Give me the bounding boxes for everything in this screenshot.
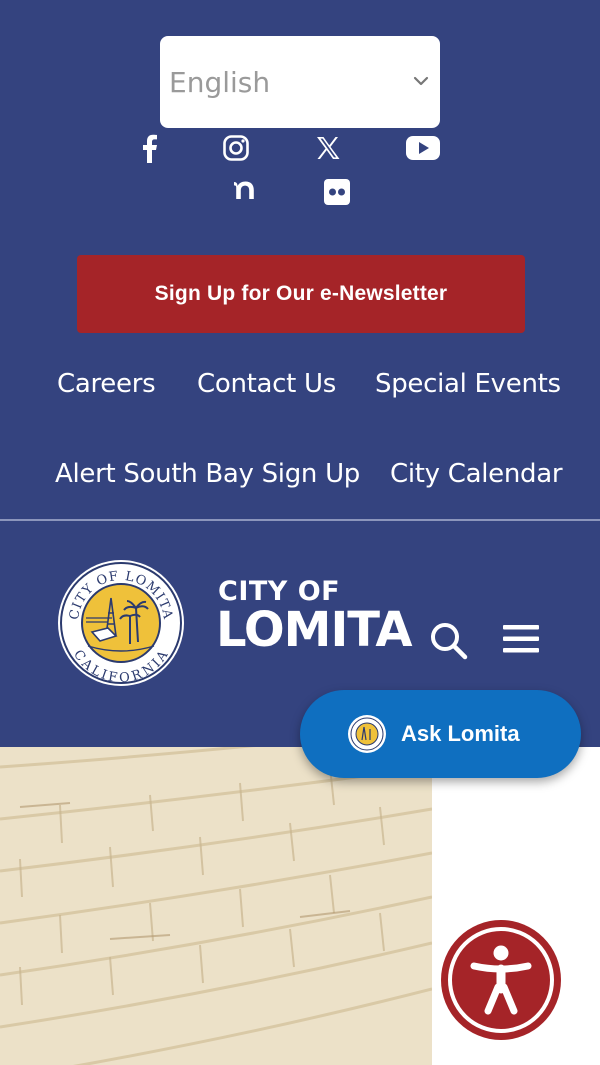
- chat-avatar-icon: [348, 715, 386, 753]
- x-icon[interactable]: [313, 133, 343, 163]
- youtube-icon[interactable]: [405, 133, 441, 163]
- nav-link-careers[interactable]: Careers: [57, 369, 156, 399]
- brand-title[interactable]: LOMITA: [216, 606, 412, 654]
- language-select[interactable]: English: [160, 36, 440, 128]
- newsletter-signup-button[interactable]: Sign Up for Our e-Newsletter: [77, 255, 525, 333]
- chevron-down-icon: [413, 76, 429, 86]
- city-seal-logo[interactable]: CITY OF LOMITA CALIFORNIA: [56, 558, 186, 688]
- ask-lomita-label: Ask Lomita: [401, 721, 520, 746]
- facebook-icon[interactable]: [134, 133, 164, 163]
- flickr-icon[interactable]: [322, 177, 352, 207]
- nav-link-city-calendar[interactable]: City Calendar: [390, 459, 563, 489]
- instagram-icon[interactable]: [221, 133, 251, 163]
- ask-lomita-chat-button[interactable]: Ask Lomita: [300, 690, 581, 778]
- nav-link-special-events[interactable]: Special Events: [375, 369, 561, 399]
- hamburger-menu-icon[interactable]: [502, 622, 540, 656]
- nextdoor-icon[interactable]: [231, 175, 261, 205]
- accessibility-icon[interactable]: [440, 919, 562, 1041]
- search-icon[interactable]: [428, 620, 470, 662]
- nav-link-contact-us[interactable]: Contact Us: [197, 369, 336, 399]
- hero-image: [0, 747, 432, 1065]
- nav-link-alert-south-bay[interactable]: Alert South Bay Sign Up: [55, 459, 360, 489]
- language-select-value: English: [169, 65, 271, 99]
